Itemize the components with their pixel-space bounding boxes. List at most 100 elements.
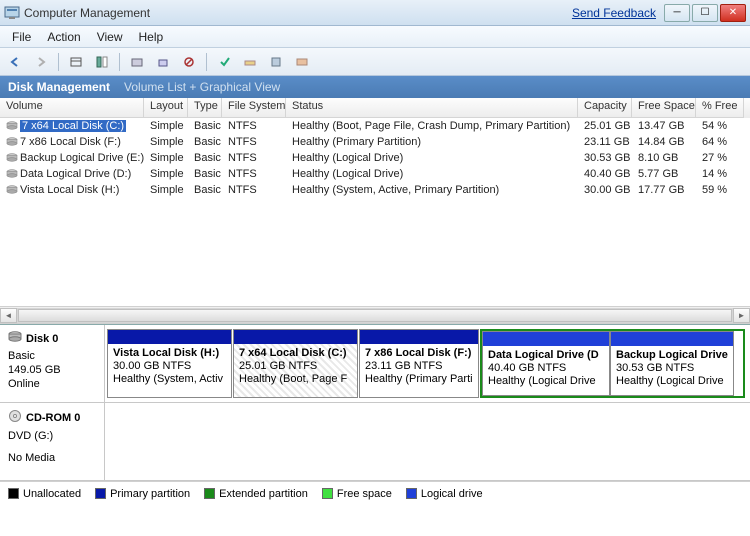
col-free[interactable]: Free Space [632,98,696,118]
volume-capacity: 30.00 GB [578,184,632,196]
volume-name: Vista Local Disk (H:) [20,184,119,196]
volume-row[interactable]: 7 x86 Local Disk (F:)SimpleBasicNTFSHeal… [0,134,750,150]
volume-row[interactable]: Data Logical Drive (D:)SimpleBasicNTFSHe… [0,166,750,182]
extended-partition-group[interactable]: Data Logical Drive (D40.40 GB NTFSHealth… [480,329,745,398]
partition-name: 7 x64 Local Disk (C:) [239,347,352,360]
volume-name: Data Logical Drive (D:) [20,168,131,180]
partition-logical[interactable]: Data Logical Drive (D40.40 GB NTFSHealth… [482,331,610,396]
legend-unallocated-swatch [8,488,19,499]
legend-free-swatch [322,488,333,499]
legend-primary-swatch [95,488,106,499]
tool-icon-5[interactable] [178,51,200,73]
partition-bar [483,332,609,346]
disk-0-row[interactable]: Disk 0 Basic 149.05 GB Online Vista Loca… [0,325,750,403]
tool-icon-1[interactable] [65,51,87,73]
disk-0-size: 149.05 GB [8,363,96,377]
partition-status: Healthy (Primary Parti [365,373,473,386]
legend: Unallocated Primary partition Extended p… [0,481,750,505]
legend-free: Free space [337,488,392,500]
col-pctfree[interactable]: % Free [696,98,744,118]
col-volume[interactable]: Volume [0,98,144,118]
legend-extended-swatch [204,488,215,499]
section-subtitle: Volume List + Graphical View [124,80,280,94]
close-button[interactable]: ✕ [720,4,746,22]
volume-type: Basic [188,184,222,196]
cdrom-0-row[interactable]: CD-ROM 0 DVD (G:) No Media [0,403,750,481]
col-filesystem[interactable]: File System [222,98,286,118]
tool-icon-6[interactable] [213,51,235,73]
horizontal-scrollbar[interactable]: ◄ ► [0,306,750,323]
volume-type: Basic [188,152,222,164]
volume-name: 7 x64 Local Disk (C:) [20,120,126,132]
back-button[interactable] [4,51,26,73]
volume-icon [6,137,18,147]
volume-capacity: 30.53 GB [578,152,632,164]
volume-type: Basic [188,120,222,132]
partition-name: Data Logical Drive (D [488,349,604,362]
volume-name: 7 x86 Local Disk (F:) [20,136,121,148]
volume-status: Healthy (Boot, Page File, Crash Dump, Pr… [286,120,578,132]
disk-0-state: Online [8,377,96,391]
minimize-button[interactable]: ─ [664,4,690,22]
volume-free: 8.10 GB [632,152,696,164]
volume-fs: NTFS [222,184,286,196]
scroll-right-button[interactable]: ► [733,308,750,323]
menu-help[interactable]: Help [131,28,172,46]
partition-info: 23.11 GB NTFS [365,360,473,373]
partition-info: 25.01 GB NTFS [239,360,352,373]
volume-row[interactable]: 7 x64 Local Disk (C:)SimpleBasicNTFSHeal… [0,118,750,134]
col-status[interactable]: Status [286,98,578,118]
disk-0-label: Disk 0 [26,332,58,346]
scroll-track[interactable] [17,308,733,323]
volume-capacity: 25.01 GB [578,120,632,132]
volume-pct: 27 % [696,152,744,164]
volume-icon [6,153,18,163]
partition-bar [611,332,733,346]
volume-pct: 14 % [696,168,744,180]
volume-pct: 64 % [696,136,744,148]
graphical-view: Disk 0 Basic 149.05 GB Online Vista Loca… [0,324,750,481]
menu-action[interactable]: Action [39,28,88,46]
volume-icon [6,185,18,195]
scroll-left-button[interactable]: ◄ [0,308,17,323]
volume-pct: 54 % [696,120,744,132]
volume-free: 17.77 GB [632,184,696,196]
tool-icon-2[interactable] [91,51,113,73]
cdrom-0-label: CD-ROM 0 [26,411,80,425]
menu-view[interactable]: View [89,28,131,46]
partition-info: 40.40 GB NTFS [488,362,604,375]
partition-name: Vista Local Disk (H:) [113,347,226,360]
forward-button[interactable] [30,51,52,73]
partition-logical[interactable]: Backup Logical Drive30.53 GB NTFSHealthy… [610,331,734,396]
maximize-button[interactable]: ☐ [692,4,718,22]
tool-icon-4[interactable] [152,51,174,73]
col-layout[interactable]: Layout [144,98,188,118]
volume-layout: Simple [144,184,188,196]
volume-row[interactable]: Backup Logical Drive (E:)SimpleBasicNTFS… [0,150,750,166]
tool-icon-9[interactable] [291,51,313,73]
cdrom-0-state: No Media [8,451,96,465]
partition-primary[interactable]: 7 x64 Local Disk (C:)25.01 GB NTFSHealth… [233,329,358,398]
col-capacity[interactable]: Capacity [578,98,632,118]
volume-status: Healthy (Primary Partition) [286,136,578,148]
tool-icon-7[interactable] [239,51,261,73]
volume-free: 14.84 GB [632,136,696,148]
volume-layout: Simple [144,168,188,180]
disk-0-info: Disk 0 Basic 149.05 GB Online [0,325,105,402]
menu-file[interactable]: File [4,28,39,46]
volume-capacity: 23.11 GB [578,136,632,148]
cdrom-icon [8,409,22,427]
scroll-thumb[interactable] [18,309,732,322]
partition-info: 30.00 GB NTFS [113,360,226,373]
volume-icon [6,169,18,179]
partition-primary[interactable]: Vista Local Disk (H:)30.00 GB NTFSHealth… [107,329,232,398]
volume-free: 5.77 GB [632,168,696,180]
col-type[interactable]: Type [188,98,222,118]
tool-icon-8[interactable] [265,51,287,73]
legend-logical: Logical drive [421,488,483,500]
volume-row[interactable]: Vista Local Disk (H:)SimpleBasicNTFSHeal… [0,182,750,198]
refresh-button[interactable] [126,51,148,73]
send-feedback-link[interactable]: Send Feedback [572,6,656,20]
partition-primary[interactable]: 7 x86 Local Disk (F:)23.11 GB NTFSHealth… [359,329,479,398]
partition-status: Healthy (Logical Drive [488,375,604,388]
